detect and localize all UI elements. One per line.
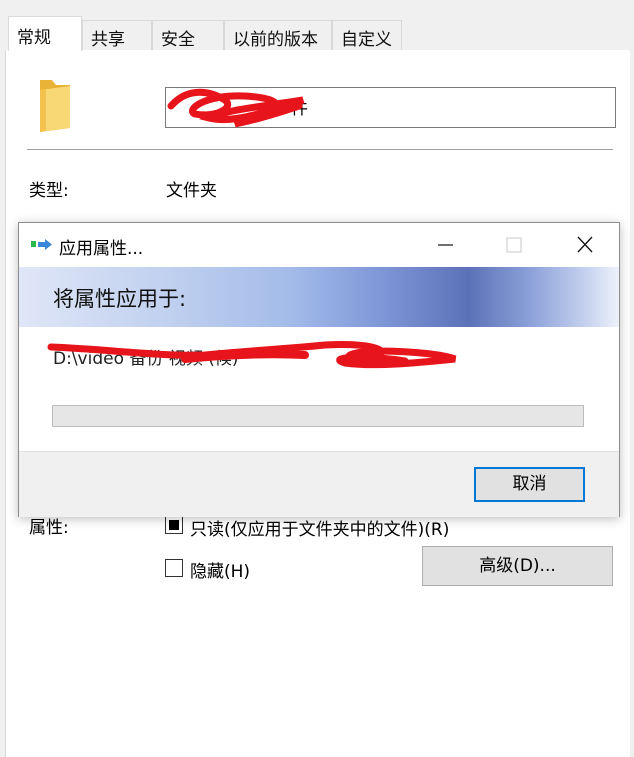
hidden-label[interactable]: 隐藏(H) <box>190 557 250 582</box>
tab-sharing[interactable]: 共享 <box>82 20 152 50</box>
type-value: 文件夹 <box>166 181 217 201</box>
tab-general[interactable]: 常规 <box>8 16 82 51</box>
dialog-heading: 将属性应用于: <box>53 287 187 311</box>
tab-customize[interactable]: 自定义 <box>332 20 402 50</box>
close-icon[interactable] <box>562 231 608 259</box>
advanced-button[interactable]: 高级(D)... <box>422 546 613 586</box>
folder-icon <box>40 80 70 132</box>
dialog-banner: 将属性应用于: <box>19 267 619 327</box>
tab-strip: 共享 安全 以前的版本 自定义 常规 <box>0 0 634 51</box>
dialog-title: 应用属性... <box>59 239 144 259</box>
apply-attributes-icon <box>31 239 52 250</box>
progress-bar <box>52 405 584 427</box>
separator <box>27 149 613 150</box>
cancel-button[interactable]: 取消 <box>474 467 585 502</box>
type-label: 类型: <box>29 181 69 201</box>
apply-attributes-dialog: 应用属性... 将属性应用于: D:\video 备份 视频 (候) 取消 <box>18 222 620 517</box>
current-path: D:\video 备份 视频 (候) <box>53 349 239 369</box>
folder-name-text: 件 <box>291 99 308 119</box>
tab-previous-versions[interactable]: 以前的版本 <box>224 20 332 50</box>
dialog-footer: 取消 <box>19 451 619 517</box>
tab-security[interactable]: 安全 <box>152 20 224 50</box>
indeterminate-mark <box>169 520 179 530</box>
readonly-label[interactable]: 只读(仅应用于文件夹中的文件)(R) <box>190 515 449 540</box>
dialog-titlebar[interactable]: 应用属性... <box>19 223 619 267</box>
readonly-checkbox[interactable] <box>165 516 183 534</box>
hidden-checkbox[interactable] <box>165 559 183 577</box>
minimize-icon[interactable] <box>422 231 468 259</box>
folder-name-input[interactable]: 件 <box>165 87 616 128</box>
maximize-icon <box>506 237 522 253</box>
